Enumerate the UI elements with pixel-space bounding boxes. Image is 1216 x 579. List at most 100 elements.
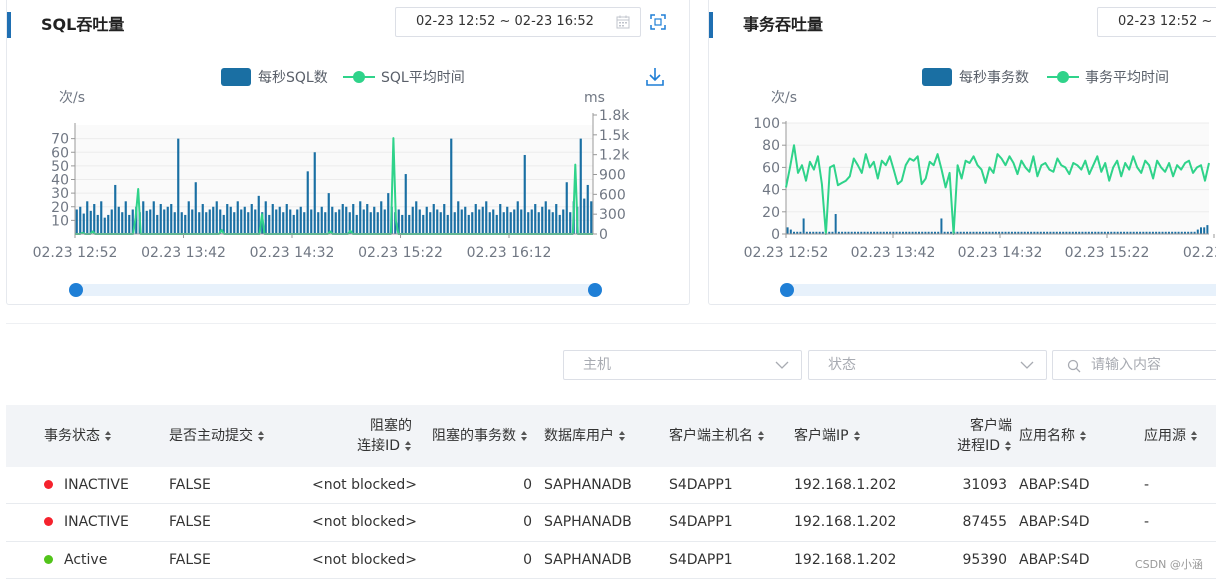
col-db-user[interactable]: 数据库用户: [544, 405, 626, 467]
bar: [544, 201, 547, 234]
sort-icon: [258, 431, 264, 441]
y-right-tick-label: 1.8k: [599, 108, 630, 124]
bar: [355, 214, 358, 234]
cell-app-name: ABAP:S4D: [1019, 504, 1090, 541]
cell-auto-commit: FALSE: [169, 542, 211, 579]
y-left-unit: 次/s: [771, 90, 797, 106]
cell-app-name: ABAP:S4D: [1019, 542, 1090, 579]
bar: [292, 214, 295, 234]
bar: [268, 214, 271, 234]
bar: [149, 209, 152, 234]
cell-blocked-tx: 0: [432, 504, 532, 541]
bar: [802, 218, 805, 234]
bar: [317, 212, 320, 234]
bar: [96, 214, 99, 234]
status-dot-icon: [44, 517, 53, 527]
cell-text: S4DAPP1: [669, 551, 733, 568]
bar: [233, 212, 236, 234]
cell-app-source: -: [1144, 467, 1149, 504]
status-select[interactable]: 状态: [808, 350, 1047, 380]
col-blocked-tx[interactable]: 阻塞的事务数: [432, 405, 528, 467]
bar: [369, 212, 372, 234]
table-row[interactable]: INACTIVE FALSE <not blocked> 0 SAPHANADB S4DA…: [6, 504, 1216, 542]
sql-date-range-picker[interactable]: 02-23 12:52 ~ 02-23 16:52: [395, 7, 641, 37]
fullscreen-icon[interactable]: [650, 14, 666, 30]
cell-status: INACTIVE: [44, 504, 129, 541]
bar: [488, 212, 491, 234]
cell-text: 95390: [962, 551, 1007, 568]
legend-label: SQL平均时间: [381, 70, 465, 86]
bar: [376, 212, 379, 234]
col-app-source[interactable]: 应用源: [1144, 405, 1198, 467]
bar: [590, 201, 593, 234]
bar: [467, 214, 470, 234]
bar: [551, 212, 554, 234]
bar: [75, 209, 78, 234]
bar: [359, 201, 362, 234]
table-row[interactable]: Active FALSE <not blocked> 0 SAPHANADB S4DAPP…: [6, 542, 1216, 579]
y-tick-label: 60: [762, 160, 780, 176]
x-tick-label: 02.23 13:42: [851, 245, 936, 261]
x-tick-label: 02.23 15:22: [1065, 245, 1150, 261]
cell-text: FALSE: [169, 477, 211, 493]
bar: [250, 204, 253, 234]
col-auto-commit[interactable]: 是否主动提交: [169, 405, 265, 467]
bar: [334, 212, 337, 234]
bar: [86, 201, 89, 234]
cell-client-ip: 192.168.1.202: [794, 504, 896, 541]
sort-icon: [758, 431, 764, 441]
slider-track: [76, 284, 595, 296]
cell-text: 0: [523, 514, 532, 531]
col-app-name[interactable]: 应用名称: [1019, 405, 1087, 467]
table-body: INACTIVE FALSE <not blocked> 0 SAPHANADB S4DA…: [6, 467, 1216, 579]
y-tick-label: 60: [51, 145, 69, 161]
col-client-ip[interactable]: 客户端IP: [794, 405, 861, 467]
bar: [453, 212, 456, 234]
bar: [142, 201, 145, 234]
cell-auto-commit: FALSE: [169, 504, 211, 541]
legend-bar-swatch: [922, 68, 952, 86]
bar: [324, 212, 327, 234]
x-tick-label: 02.23 13:42: [141, 245, 226, 261]
bar: [516, 201, 519, 234]
bar: [289, 209, 292, 234]
cell-text: 31093: [962, 477, 1007, 493]
bar: [555, 204, 558, 234]
chart-legend: 每秒SQL数 SQL平均时间: [221, 68, 465, 86]
bar: [464, 206, 467, 234]
sort-icon: [1080, 431, 1086, 441]
tx-date-range-picker[interactable]: 02-23 12:52 ~: [1097, 7, 1216, 37]
tx-throughput-panel: 事务吞吐量 02-23 12:52 ~ 每秒事务数 事务平均时间 次/s 0 20 40 6…: [708, 0, 1216, 305]
bar: [79, 206, 82, 234]
cell-text: -: [1144, 514, 1150, 531]
slider-track: [787, 284, 1216, 296]
cell-text: 0: [523, 477, 532, 493]
bar: [89, 210, 92, 234]
bar: [82, 213, 85, 234]
bar: [215, 201, 218, 234]
bar: [159, 204, 162, 234]
y-tick-label: 70: [51, 132, 69, 148]
y-tick-label: 40: [762, 183, 780, 199]
bar: [110, 209, 113, 234]
host-select[interactable]: 主机: [563, 350, 802, 380]
y-tick-label: 0: [771, 227, 780, 243]
search-input[interactable]: 请输入内容: [1052, 350, 1216, 380]
table-row[interactable]: INACTIVE FALSE <not blocked> 0 SAPHANADB S4DA…: [6, 467, 1216, 505]
col-client-pid[interactable]: 客户端 进程ID: [946, 405, 1012, 467]
bar: [103, 217, 106, 234]
bar: [247, 212, 250, 234]
col-tx-status[interactable]: 事务状态: [44, 405, 112, 467]
bar: [380, 201, 383, 234]
bar: [492, 209, 495, 234]
slider-handle-start: [69, 283, 83, 297]
bar: [548, 209, 551, 234]
col-client-host[interactable]: 客户端主机名: [669, 405, 765, 467]
table-header: 事务状态 是否主动提交 阻塞的 连接ID 阻塞的事务数 数据库用户 客户端主机名 …: [6, 405, 1216, 467]
cell-text: S4DAPP1: [669, 477, 733, 493]
bar: [128, 214, 131, 234]
cell-text: 87455: [962, 514, 1007, 531]
cell-client-host: S4DAPP1: [669, 467, 733, 504]
bar: [586, 184, 589, 234]
col-blocked-conn[interactable]: 阻塞的 连接ID: [346, 405, 412, 467]
